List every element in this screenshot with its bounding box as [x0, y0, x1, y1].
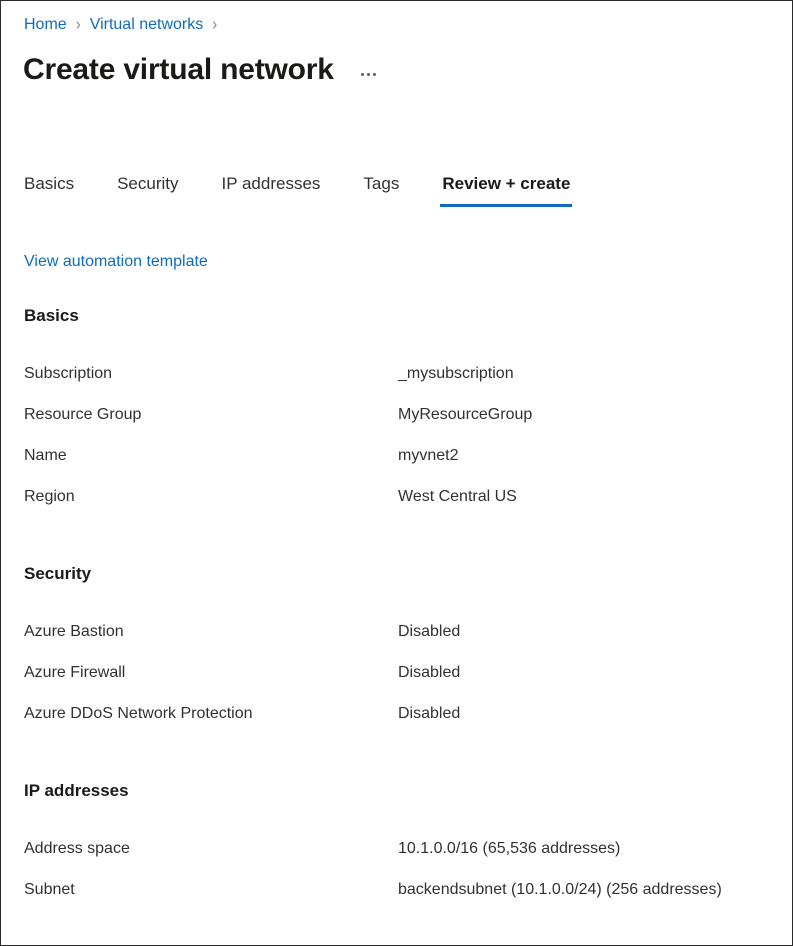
row-value: backendsubnet (10.1.0.0/24) (256 address…	[398, 879, 781, 920]
azure-portal-blade: Home › Virtual networks › Create virtual…	[0, 0, 793, 946]
basics-detail-table: Subscription _mysubscription Resource Gr…	[24, 363, 781, 527]
tab-ip-addresses[interactable]: IP addresses	[222, 173, 321, 207]
row-label: Address space	[24, 838, 398, 879]
row-value: Disabled	[398, 662, 781, 703]
row-label: Subnet	[24, 879, 398, 920]
row-value: myvnet2	[398, 445, 781, 486]
spacer	[24, 744, 784, 780]
table-row: Name myvnet2	[24, 445, 781, 486]
ellipsis-icon[interactable]	[356, 63, 382, 85]
row-value: _mysubscription	[398, 363, 781, 404]
ip-addresses-detail-table: Address space 10.1.0.0/16 (65,536 addres…	[24, 838, 781, 920]
spacer	[24, 273, 784, 305]
table-row: Subscription _mysubscription	[24, 363, 781, 404]
breadcrumb-item-virtual-networks[interactable]: Virtual networks	[90, 15, 204, 35]
section-heading-security: Security	[24, 563, 784, 585]
ellipsis-dot	[373, 73, 376, 76]
chevron-right-icon: ›	[212, 14, 217, 37]
tab-security[interactable]: Security	[117, 173, 178, 207]
table-row: Azure Firewall Disabled	[24, 662, 781, 703]
spacer	[24, 527, 784, 563]
section-heading-basics: Basics	[24, 305, 784, 327]
table-row: Resource Group MyResourceGroup	[24, 404, 781, 445]
row-label: Azure DDoS Network Protection	[24, 703, 398, 744]
spacer	[24, 327, 784, 363]
row-label: Azure Bastion	[24, 621, 398, 662]
table-row: Subnet backendsubnet (10.1.0.0/24) (256 …	[24, 879, 781, 920]
breadcrumb: Home › Virtual networks ›	[24, 15, 226, 35]
spacer	[24, 920, 784, 945]
row-value: Disabled	[398, 621, 781, 662]
section-heading-ip-addresses: IP addresses	[24, 780, 784, 802]
table-row: Azure DDoS Network Protection Disabled	[24, 703, 781, 744]
row-value: West Central US	[398, 486, 781, 527]
tab-basics[interactable]: Basics	[24, 173, 74, 207]
row-value: MyResourceGroup	[398, 404, 781, 445]
breadcrumb-item-home[interactable]: Home	[24, 15, 67, 35]
row-label: Region	[24, 486, 398, 527]
ellipsis-dot	[367, 73, 370, 76]
section-security: Security Azure Bastion Disabled Azure Fi…	[24, 563, 784, 744]
row-value: Disabled	[398, 703, 781, 744]
table-row: Region West Central US	[24, 486, 781, 527]
row-label: Azure Firewall	[24, 662, 398, 703]
row-label: Resource Group	[24, 404, 398, 445]
page-title: Create virtual network	[23, 51, 334, 89]
row-label: Subscription	[24, 363, 398, 404]
row-label: Name	[24, 445, 398, 486]
table-row: Azure Bastion Disabled	[24, 621, 781, 662]
page-header: Create virtual network	[23, 51, 382, 89]
tab-review-create[interactable]: Review + create	[442, 173, 570, 207]
section-basics: Basics Subscription _mysubscription Reso…	[24, 305, 784, 527]
section-ip-addresses: IP addresses Address space 10.1.0.0/16 (…	[24, 780, 784, 920]
chevron-right-icon: ›	[76, 14, 81, 37]
security-detail-table: Azure Bastion Disabled Azure Firewall Di…	[24, 621, 781, 744]
view-automation-template-link[interactable]: View automation template	[24, 251, 208, 273]
ellipsis-dot	[361, 73, 364, 76]
review-create-panel: View automation template Basics Subscrip…	[24, 251, 784, 945]
spacer	[24, 585, 784, 621]
wizard-tabs: Basics Security IP addresses Tags Review…	[24, 173, 570, 207]
row-value: 10.1.0.0/16 (65,536 addresses)	[398, 838, 781, 879]
tab-tags[interactable]: Tags	[363, 173, 399, 207]
spacer	[24, 802, 784, 838]
blade-content: Home › Virtual networks › Create virtual…	[1, 1, 792, 945]
table-row: Address space 10.1.0.0/16 (65,536 addres…	[24, 838, 781, 879]
